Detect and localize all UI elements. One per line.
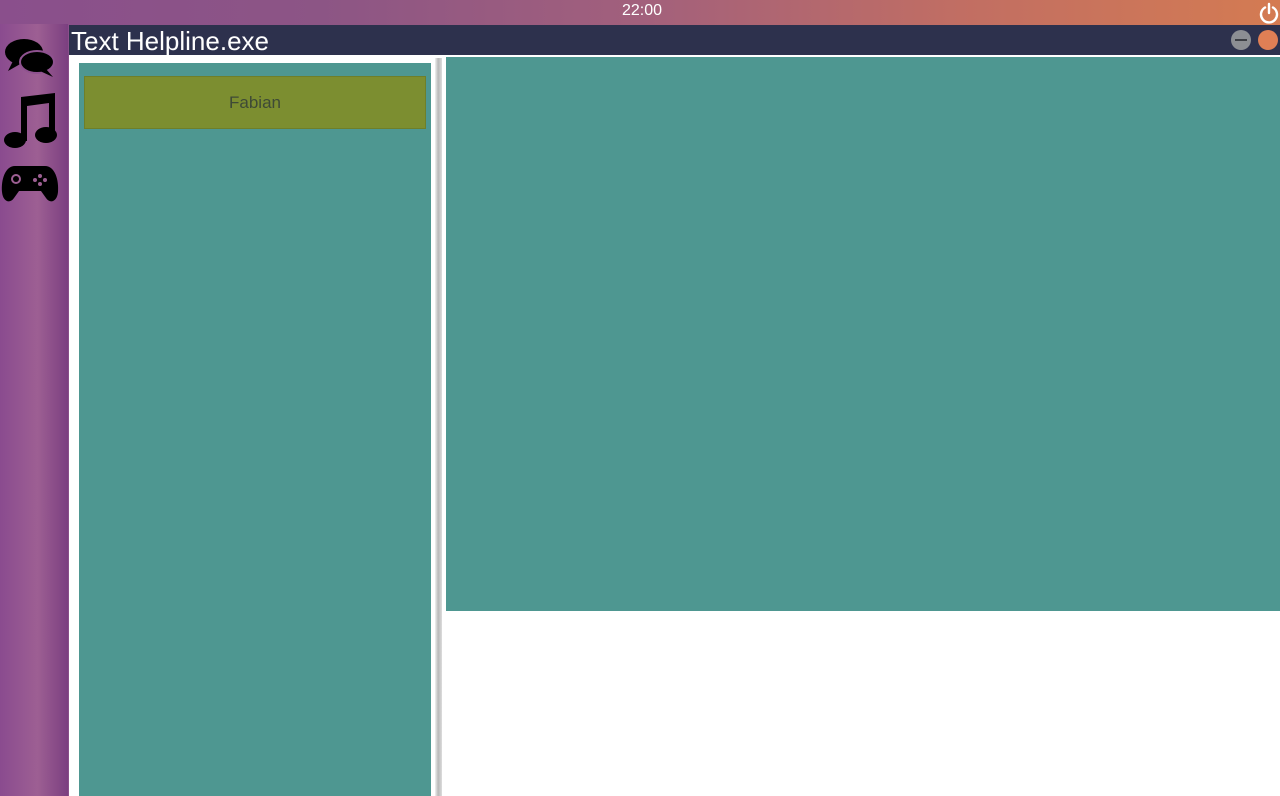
minimize-icon[interactable] bbox=[1231, 30, 1251, 50]
top-bar: 22:00 bbox=[0, 0, 1280, 24]
chat-bubbles-icon[interactable] bbox=[4, 37, 56, 79]
message-area bbox=[446, 57, 1280, 611]
music-note-icon[interactable] bbox=[3, 91, 59, 149]
gamepad-icon[interactable] bbox=[1, 162, 59, 204]
contact-name: Fabian bbox=[229, 92, 281, 112]
contact-list: Fabian bbox=[79, 63, 431, 796]
panel-divider[interactable] bbox=[435, 58, 442, 796]
compose-area[interactable] bbox=[446, 611, 1280, 796]
close-icon[interactable] bbox=[1258, 30, 1278, 50]
contact-item[interactable]: Fabian bbox=[84, 76, 426, 129]
clock: 22:00 bbox=[621, 2, 663, 19]
window-title: Text Helpline.exe bbox=[71, 26, 269, 56]
title-bar[interactable]: Text Helpline.exe bbox=[69, 25, 1280, 56]
app-window: Text Helpline.exe Fabian bbox=[69, 25, 1280, 796]
power-icon[interactable] bbox=[1258, 2, 1280, 24]
app-dock bbox=[0, 24, 68, 796]
